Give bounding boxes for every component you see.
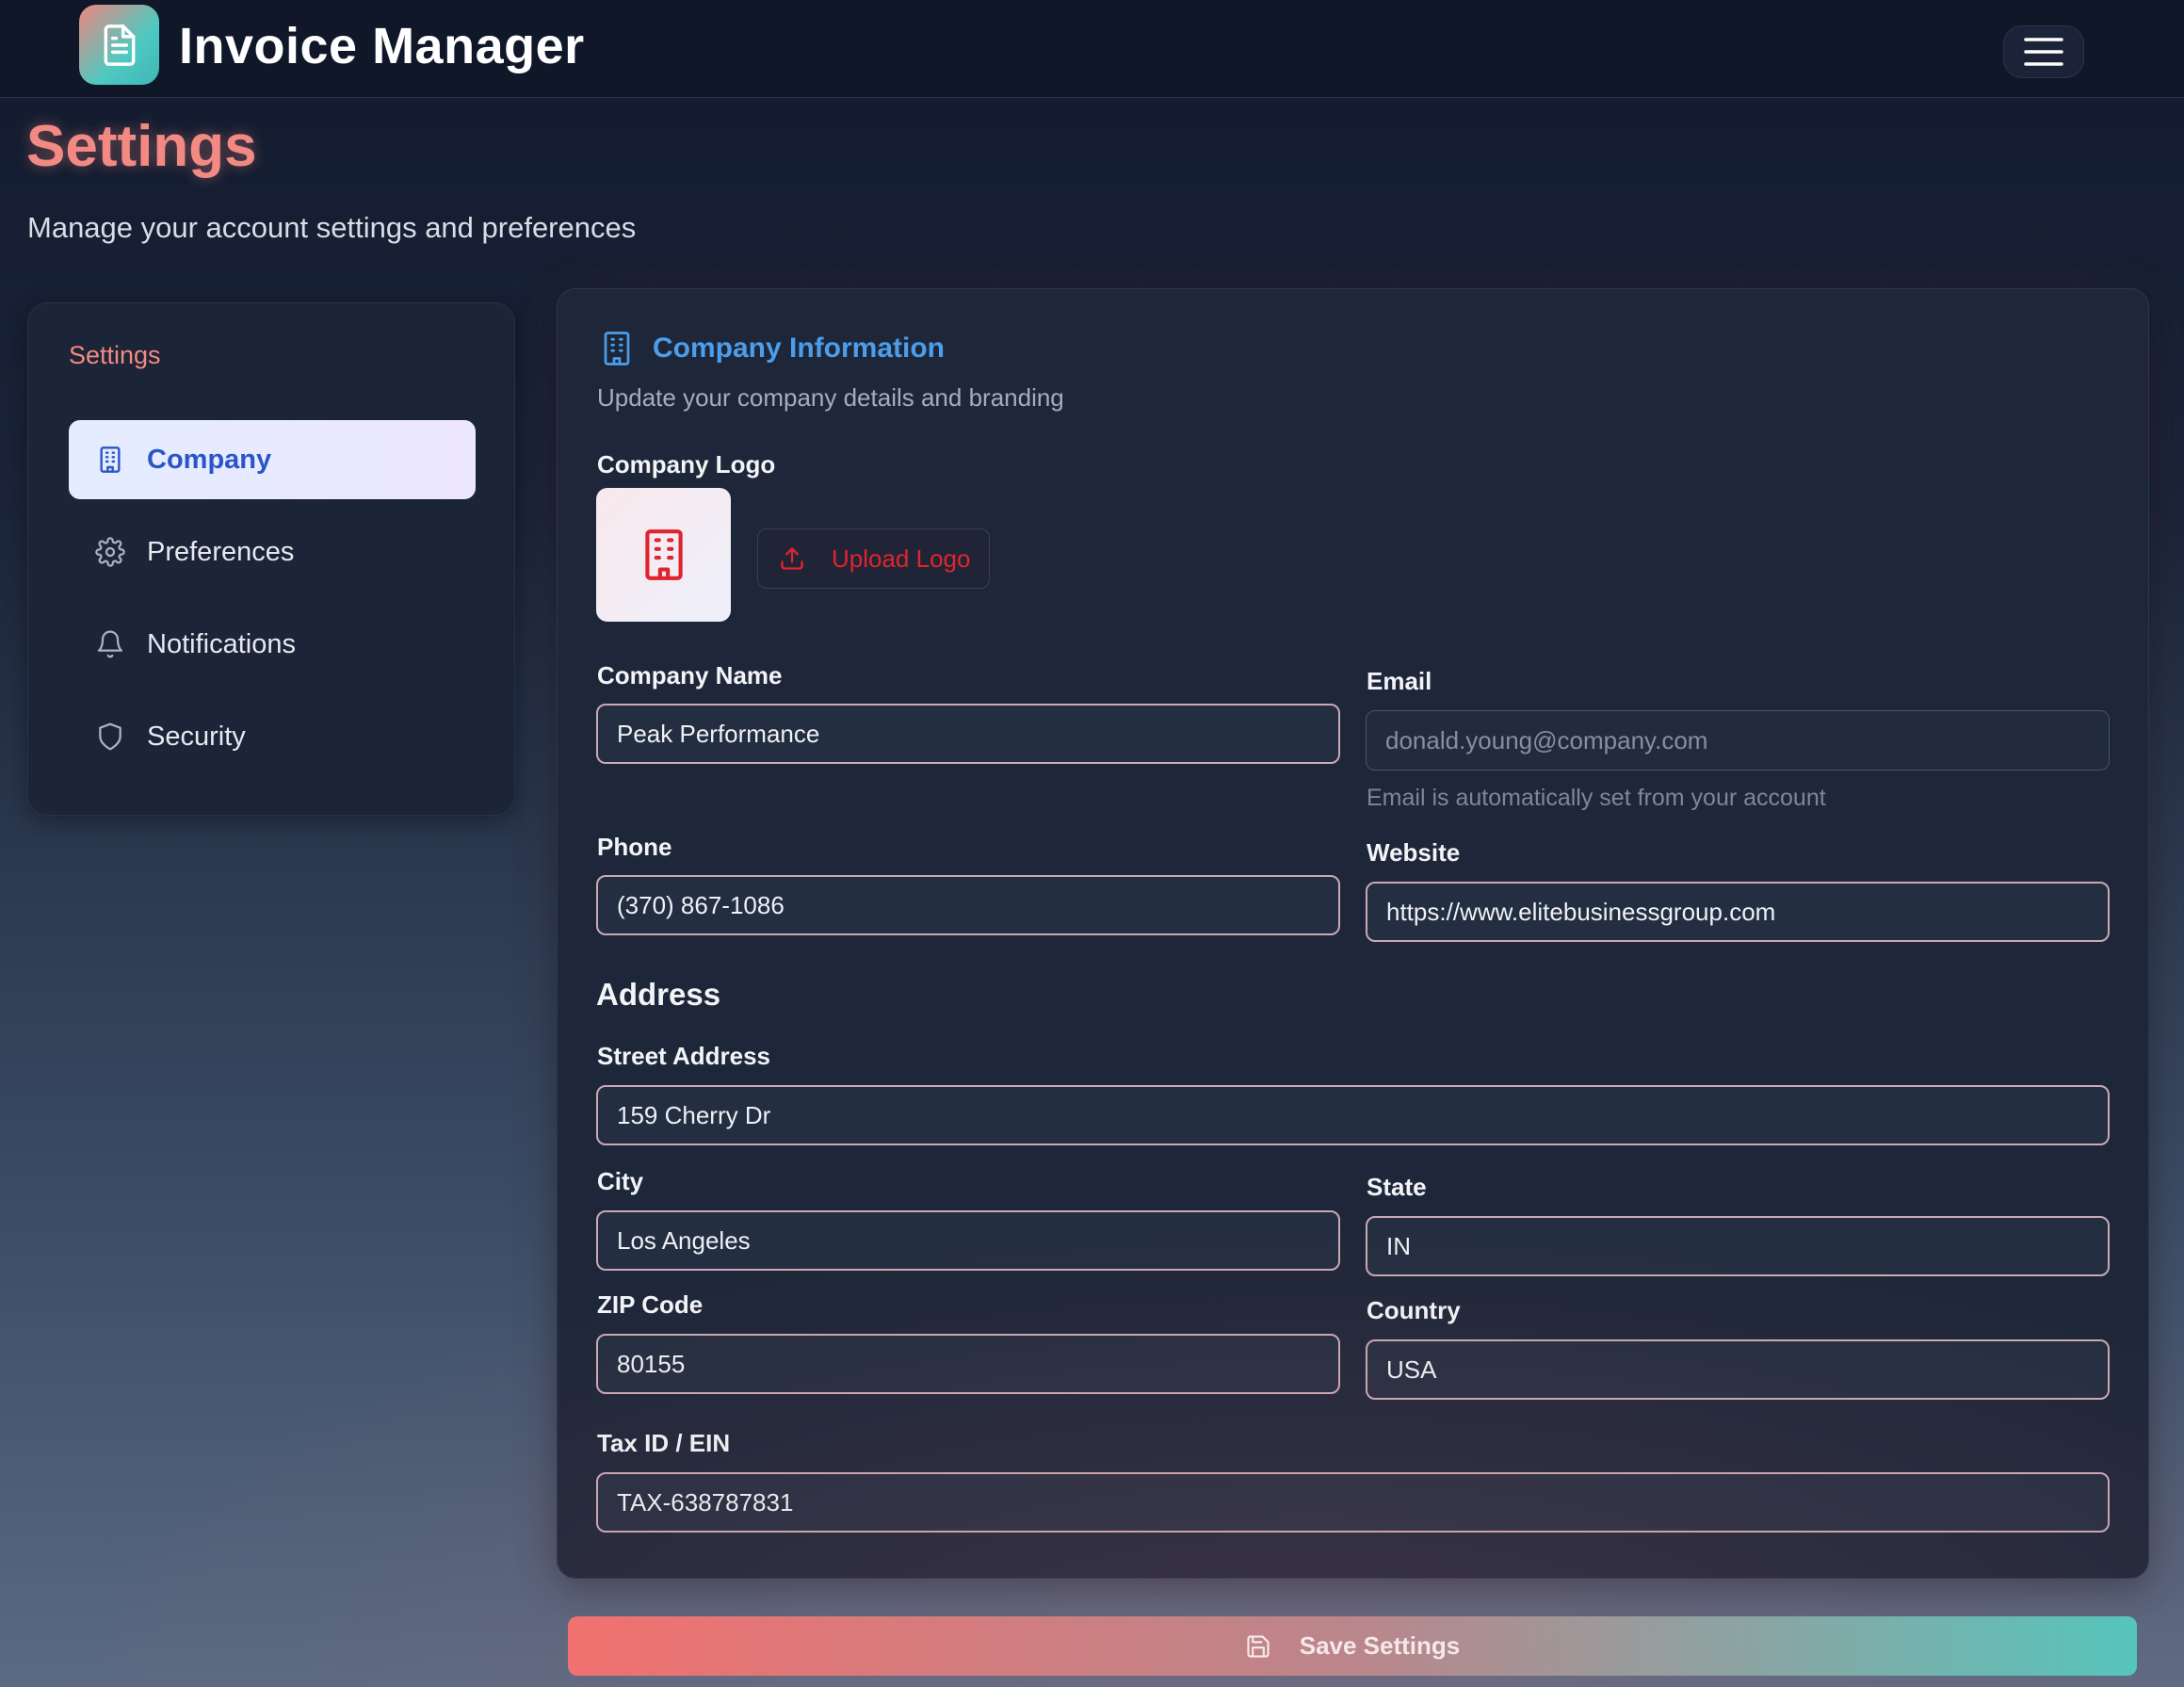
zip-code-label: ZIP Code bbox=[597, 1290, 704, 1319]
page-subtitle: Manage your account settings and prefere… bbox=[27, 211, 637, 244]
phone-label: Phone bbox=[597, 833, 672, 861]
upload-logo-label: Upload Logo bbox=[832, 543, 971, 573]
email-field[interactable] bbox=[1366, 710, 2110, 771]
sidebar-item-label: Notifications bbox=[147, 628, 296, 659]
top-navbar: Invoice Manager bbox=[0, 0, 2184, 98]
app-logo bbox=[79, 5, 159, 85]
company-name-input[interactable] bbox=[596, 704, 1340, 764]
street-address-label: Street Address bbox=[597, 1042, 770, 1070]
website-input[interactable] bbox=[1366, 882, 2110, 942]
building-icon bbox=[640, 527, 688, 582]
company-logo-preview bbox=[596, 488, 731, 622]
floppy-disk-icon bbox=[1245, 1633, 1271, 1660]
building-icon bbox=[95, 445, 125, 475]
street-address-input[interactable] bbox=[596, 1085, 2110, 1145]
sidebar-heading: Settings bbox=[69, 341, 161, 369]
country-input[interactable] bbox=[1366, 1339, 2110, 1400]
sidebar-item-preferences[interactable]: Preferences bbox=[69, 512, 476, 592]
hamburger-menu-icon bbox=[2023, 36, 2064, 68]
section-header: Company Information bbox=[600, 330, 945, 367]
settings-sidebar: Settings Company Preferences Notificatio… bbox=[27, 302, 515, 816]
menu-button[interactable] bbox=[2003, 25, 2084, 78]
gear-icon bbox=[95, 537, 125, 567]
country-label: Country bbox=[1367, 1296, 1461, 1324]
phone-input[interactable] bbox=[596, 875, 1340, 935]
save-settings-button[interactable]: Save Settings bbox=[568, 1616, 2137, 1676]
sidebar-item-label: Preferences bbox=[147, 536, 295, 567]
sidebar-item-label: Company bbox=[147, 444, 272, 475]
zip-code-input[interactable] bbox=[596, 1334, 1340, 1394]
upload-logo-button[interactable]: Upload Logo bbox=[757, 528, 990, 589]
company-name-label: Company Name bbox=[597, 661, 783, 689]
website-label: Website bbox=[1367, 838, 1461, 867]
app-title: Invoice Manager bbox=[179, 18, 585, 74]
email-hint: Email is automatically set from your acc… bbox=[1367, 785, 1826, 811]
email-label: Email bbox=[1367, 667, 1432, 695]
shield-icon bbox=[95, 722, 125, 752]
save-settings-label: Save Settings bbox=[1299, 1631, 1461, 1660]
city-label: City bbox=[597, 1167, 644, 1195]
upload-icon bbox=[779, 545, 805, 572]
section-title: Company Information bbox=[653, 333, 946, 364]
sidebar-item-label: Security bbox=[147, 721, 246, 752]
state-label: State bbox=[1367, 1173, 1427, 1201]
company-information-card: Company Information Update your company … bbox=[557, 288, 2149, 1579]
sidebar-item-notifications[interactable]: Notifications bbox=[69, 605, 476, 684]
page-title: Settings bbox=[26, 114, 257, 179]
sidebar-item-company[interactable]: Company bbox=[69, 420, 476, 499]
state-input[interactable] bbox=[1366, 1216, 2110, 1276]
bell-icon bbox=[95, 629, 125, 659]
city-input[interactable] bbox=[596, 1210, 1340, 1271]
tax-id-input[interactable] bbox=[596, 1472, 2110, 1533]
building-icon bbox=[600, 330, 634, 367]
section-subtitle: Update your company details and branding bbox=[597, 383, 1064, 412]
company-logo-label: Company Logo bbox=[597, 450, 776, 479]
sidebar-item-security[interactable]: Security bbox=[69, 697, 476, 776]
address-heading: Address bbox=[596, 977, 721, 1012]
tax-id-label: Tax ID / EIN bbox=[597, 1429, 731, 1457]
document-icon bbox=[99, 23, 140, 68]
